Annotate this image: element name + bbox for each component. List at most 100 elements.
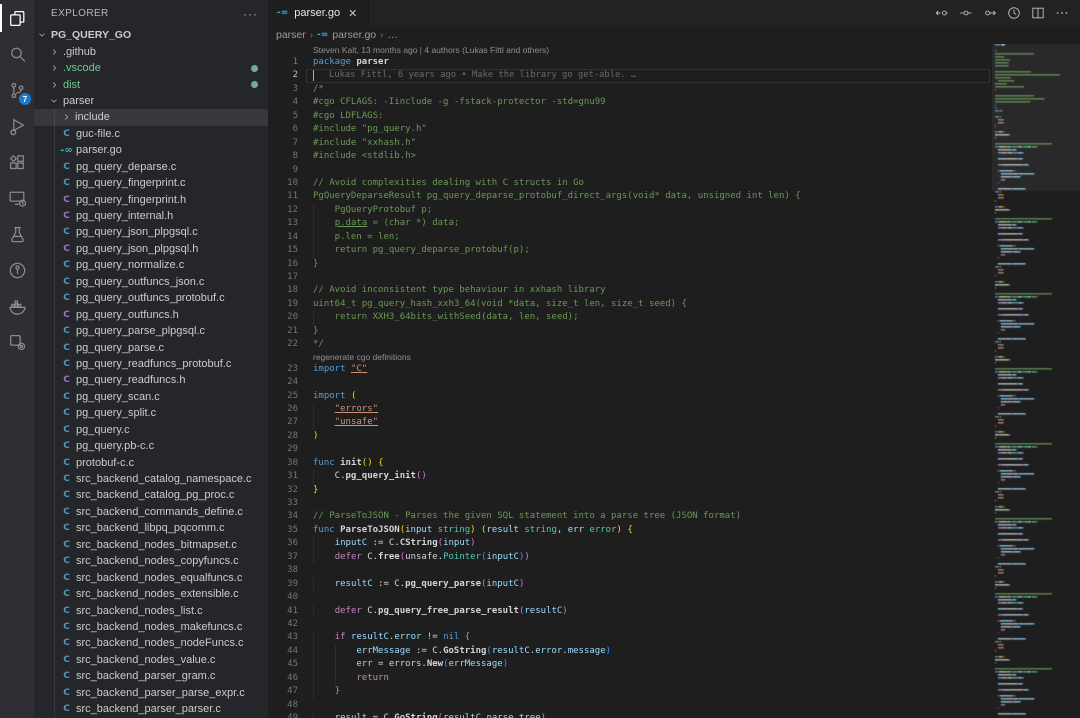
code-line-1[interactable]: 1package parser [268,56,992,69]
file-row-parser-go[interactable]: -∞parser.go [34,142,268,158]
file-row-protobuf-c-c[interactable]: Cprotobuf-c.c [34,454,268,470]
open-changes-next-icon[interactable] [981,5,998,22]
code-line-26[interactable]: 26 "errors" [268,403,992,416]
code-line-40[interactable]: 40 [268,591,992,604]
minimap[interactable] [992,44,1080,718]
code-line-17[interactable]: 17 [268,271,992,284]
open-changes-previous-icon[interactable] [933,5,950,22]
file-row-pg-query-outfuncs-h[interactable]: Cpg_query_outfuncs.h [34,306,268,322]
file-row-pg-query-scan-c[interactable]: Cpg_query_scan.c [34,389,268,405]
file-row-pg-query-parse-plpgsql-c[interactable]: Cpg_query_parse_plpgsql.c [34,323,268,339]
file-row-pg-query-json-plpgsql-h[interactable]: Cpg_query_json_plpgsql.h [34,241,268,257]
code-line-39[interactable]: 39 resultC := C.pg_query_parse(inputC) [268,578,992,591]
breadcrumb-item[interactable]: parser [276,29,306,41]
file-row-pg-query-readfuncs-h[interactable]: Cpg_query_readfuncs.h [34,372,268,388]
folder-row-parser[interactable]: parser [34,93,268,109]
file-row-src-backend-nodes-list-c[interactable]: Csrc_backend_nodes_list.c [34,602,268,618]
code-line-37[interactable]: 37 defer C.free(unsafe.Pointer(inputC)) [268,551,992,564]
remote-explorer-icon[interactable] [0,180,34,216]
testing-icon[interactable] [0,216,34,252]
code-line-18[interactable]: 18// Avoid inconsistent type behaviour i… [268,284,992,297]
file-row-pg-query-c[interactable]: Cpg_query.c [34,422,268,438]
gitlens-icon[interactable] [0,252,34,288]
code-line-9[interactable]: 9 [268,164,992,177]
code-line-24[interactable]: 24 [268,376,992,389]
code-line-30[interactable]: 30func init() { [268,457,992,470]
breadcrumb-item[interactable]: … [387,29,398,41]
code-line-19[interactable]: 19uint64_t pg_query_hash_xxh3_64(void *d… [268,298,992,311]
file-row-pg-query-split-c[interactable]: Cpg_query_split.c [34,405,268,421]
file-row-src-backend-nodes-nodefuncs-c[interactable]: Csrc_backend_nodes_nodeFuncs.c [34,635,268,651]
file-row-src-backend-libpq-pqcomm-c[interactable]: Csrc_backend_libpq_pqcomm.c [34,520,268,536]
tab-close-icon[interactable]: ✕ [346,6,359,21]
container-tools-icon[interactable] [0,324,34,360]
code-line-44[interactable]: 44 errMessage := C.GoString(resultC.erro… [268,645,992,658]
code-line-36[interactable]: 36 inputC := C.CString(input) [268,537,992,550]
file-row-src-backend-parser-parser-c[interactable]: Csrc_backend_parser_parser.c [34,701,268,717]
code-line-15[interactable]: 15 return pg_query_deparse_protobuf(p); [268,244,992,257]
code-line-3[interactable]: 3/* [268,83,992,96]
code-line-31[interactable]: 31 C.pg_query_init() [268,470,992,483]
file-row-pg-query-internal-h[interactable]: Cpg_query_internal.h [34,208,268,224]
file-row-pg-query-fingerprint-h[interactable]: Cpg_query_fingerprint.h [34,191,268,207]
file-row-guc-file-c[interactable]: Cguc-file.c [34,126,268,142]
file-row-src-backend-nodes-equalfuncs-c[interactable]: Csrc_backend_nodes_equalfuncs.c [34,569,268,585]
file-row-src-backend-catalog-pg-proc-c[interactable]: Csrc_backend_catalog_pg_proc.c [34,487,268,503]
code-line-28[interactable]: 28) [268,430,992,443]
code-line-12[interactable]: 12 PgQueryProtobuf p; [268,204,992,217]
file-row-src-backend-nodes-extensible-c[interactable]: Csrc_backend_nodes_extensible.c [34,586,268,602]
file-row-pg-query-normalize-c[interactable]: Cpg_query_normalize.c [34,257,268,273]
code-line-41[interactable]: 41 defer C.pg_query_free_parse_result(re… [268,605,992,618]
code-line-14[interactable]: 14 p.len = len; [268,231,992,244]
code-line-47[interactable]: 47 } [268,685,992,698]
code-line-46[interactable]: 46 return [268,672,992,685]
code-line-49[interactable]: 49 result = C.GoString(resultC.parse_tre… [268,712,992,718]
more-actions-icon[interactable] [1053,5,1070,22]
explorer-icon[interactable] [0,0,34,36]
run-debug-icon[interactable] [0,108,34,144]
file-row-src-backend-nodes-copyfuncs-c[interactable]: Csrc_backend_nodes_copyfuncs.c [34,553,268,569]
file-row-pg-query-fingerprint-c[interactable]: Cpg_query_fingerprint.c [34,175,268,191]
code-line-8[interactable]: 8#include <stdlib.h> [268,150,992,163]
explorer-more-actions-icon[interactable]: ··· [243,7,258,21]
file-row-src-backend-nodes-value-c[interactable]: Csrc_backend_nodes_value.c [34,652,268,668]
tab-parser-go[interactable]: -∞ parser.go ✕ [268,0,369,26]
file-row-src-backend-parser-gram-c[interactable]: Csrc_backend_parser_gram.c [34,668,268,684]
code-line-43[interactable]: 43 if resultC.error != nil { [268,631,992,644]
docker-icon[interactable] [0,288,34,324]
search-icon[interactable] [0,36,34,72]
folder-row--vscode[interactable]: .vscode [34,60,268,76]
code-line-42[interactable]: 42 [268,618,992,631]
file-row-src-backend-catalog-namespace-c[interactable]: Csrc_backend_catalog_namespace.c [34,471,268,487]
code-line-22[interactable]: 22*/ [268,338,992,351]
code-line-7[interactable]: 7#include "xxhash.h" [268,137,992,150]
folder-row-pg-query-go[interactable]: PG_QUERY_GO [34,27,268,43]
codelens[interactable]: Steven Kalt, 13 months ago | 4 authors (… [268,45,992,56]
file-row-pg-query-outfuncs-protobuf-c[interactable]: Cpg_query_outfuncs_protobuf.c [34,290,268,306]
code-line-2[interactable]: 2Lukas Fittl, 6 years ago • Make the lib… [268,69,992,82]
code-line-27[interactable]: 27 "unsafe" [268,416,992,429]
code-line-48[interactable]: 48 [268,699,992,712]
code-line-35[interactable]: 35func ParseToJSON(input string) (result… [268,524,992,537]
file-row-src-backend-commands-define-c[interactable]: Csrc_backend_commands_define.c [34,504,268,520]
code-line-29[interactable]: 29 [268,443,992,456]
split-editor-icon[interactable] [1029,5,1046,22]
code-line-11[interactable]: 11PgQueryDeparseResult pg_query_deparse_… [268,190,992,203]
code-line-25[interactable]: 25import ( [268,390,992,403]
code-line-5[interactable]: 5#cgo LDFLAGS: [268,110,992,123]
codelens[interactable]: regenerate cgo definitions [268,352,992,363]
code-editor[interactable]: Steven Kalt, 13 months ago | 4 authors (… [268,44,1080,718]
file-row-pg-query-outfuncs-json-c[interactable]: Cpg_query_outfuncs_json.c [34,274,268,290]
extensions-icon[interactable] [0,144,34,180]
code-line-45[interactable]: 45 err = errors.New(errMessage) [268,658,992,671]
code-line-23[interactable]: 23import "C" [268,363,992,376]
file-row-pg-query-pb-c-c[interactable]: Cpg_query.pb-c.c [34,438,268,454]
file-row-pg-query-readfuncs-protobuf-c[interactable]: Cpg_query_readfuncs_protobuf.c [34,356,268,372]
file-row-pg-query-parse-c[interactable]: Cpg_query_parse.c [34,339,268,355]
file-row-src-backend-nodes-bitmapset-c[interactable]: Csrc_backend_nodes_bitmapset.c [34,537,268,553]
code-line-4[interactable]: 4#cgo CFLAGS: -Iinclude -g -fstack-prote… [268,96,992,109]
code-line-21[interactable]: 21} [268,325,992,338]
code-line-34[interactable]: 34// ParseToJSON - Parses the given SQL … [268,510,992,523]
code-line-33[interactable]: 33 [268,497,992,510]
source-control-icon[interactable]: 7 [0,72,34,108]
